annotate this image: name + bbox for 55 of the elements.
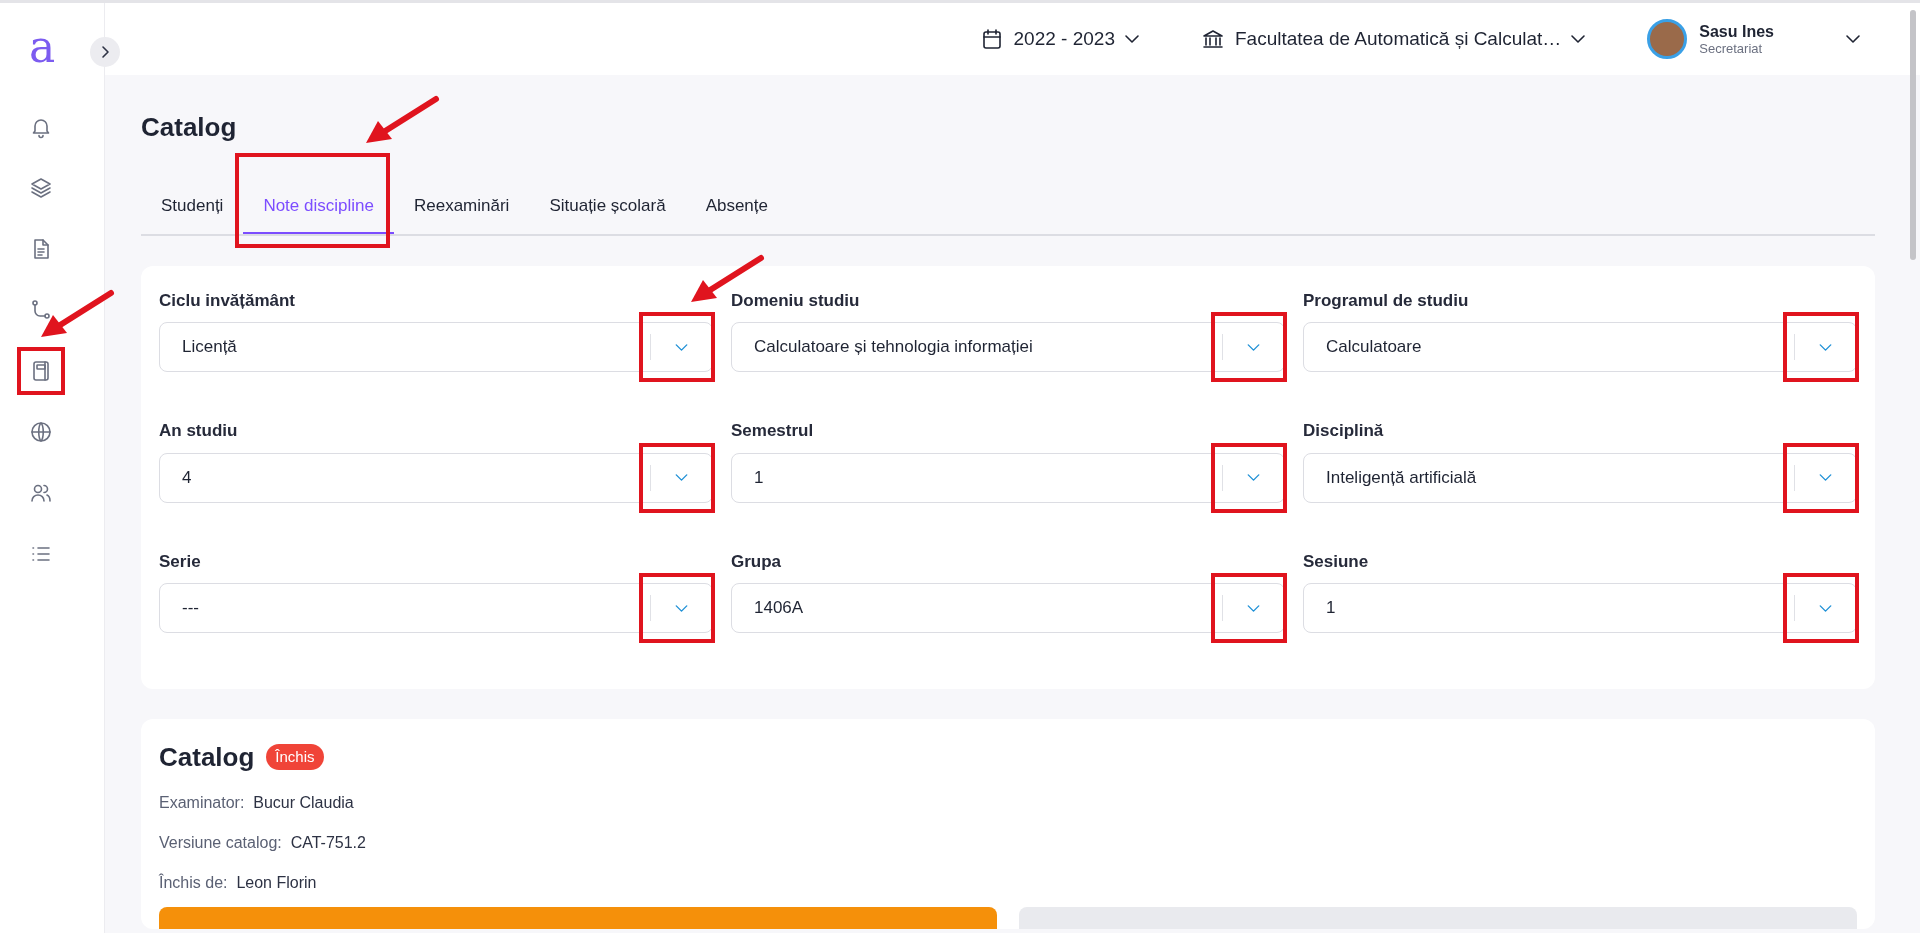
dropdown-field[interactable]: 4 xyxy=(159,452,713,503)
section-title: Catalog xyxy=(159,741,255,774)
info-line: Versiune catalog: CAT-751.2 xyxy=(159,833,366,853)
chevron-down-icon xyxy=(1247,604,1260,612)
chevron-down-icon xyxy=(675,604,688,612)
layers-icon[interactable] xyxy=(29,176,53,200)
field-label: Ciclu invățământ xyxy=(159,289,296,312)
dropdown-field[interactable]: 1 xyxy=(731,452,1285,503)
field-label: Serie xyxy=(159,550,201,573)
chevron-down-icon xyxy=(1247,474,1260,481)
faculty-dropdown[interactable]: Facultatea de Automatică și Calculat… xyxy=(1200,24,1586,54)
institution-icon xyxy=(1200,27,1225,51)
page-title: Catalog xyxy=(141,111,237,144)
field-label: An studiu xyxy=(159,420,238,442)
scrollbar-thumb[interactable] xyxy=(1910,10,1916,260)
field-label: Domeniu studiu xyxy=(731,289,860,312)
field-label: Programul de studiu xyxy=(1303,289,1469,312)
field-label: Sesiune xyxy=(1303,550,1369,573)
chevron-down-icon xyxy=(675,343,688,351)
status-badge: Închis xyxy=(266,744,324,770)
chevron-down-icon xyxy=(1124,35,1139,43)
user-role: Secretariat xyxy=(1699,40,1763,57)
app-logo[interactable]: a xyxy=(28,25,56,69)
globe-icon[interactable] xyxy=(29,420,53,444)
dropdown-field[interactable]: Calculatoare și tehnologia informației xyxy=(731,322,1285,372)
chevron-down-icon xyxy=(1819,604,1832,612)
tab[interactable]: Absențe xyxy=(685,179,788,234)
year-dropdown[interactable]: 2022 - 2023 xyxy=(979,24,1139,54)
user-menu[interactable]: Sasu Ines Secretariat xyxy=(1647,19,1860,59)
expand-button[interactable] xyxy=(90,37,120,67)
dropdown-field[interactable]: Calculatoare xyxy=(1303,322,1857,372)
chevron-down-icon xyxy=(1247,343,1260,351)
chevron-down-icon xyxy=(1846,35,1860,43)
field-label: Grupa xyxy=(731,550,782,573)
field-label: Semestrul xyxy=(731,420,814,442)
info-line: Închis de: Leon Florin xyxy=(159,872,317,893)
dropdown-field[interactable]: --- xyxy=(159,583,713,633)
tab[interactable]: Note discipline xyxy=(243,179,394,234)
tab[interactable]: Studenți xyxy=(141,179,244,234)
route-icon[interactable] xyxy=(29,298,53,322)
tab[interactable]: Reexaminări xyxy=(393,179,530,234)
dropdown-field[interactable]: Inteligență artificială xyxy=(1303,452,1857,503)
tab[interactable]: Situație școlară xyxy=(529,179,686,234)
chevron-down-icon xyxy=(1819,343,1832,351)
chevron-down-icon xyxy=(1571,35,1586,43)
dropdown-field[interactable]: 1 xyxy=(1303,583,1857,633)
dropdown-field[interactable]: Licență xyxy=(159,322,713,372)
info-line: Examinator: Bucur Claudia xyxy=(159,793,354,813)
dropdown-field[interactable]: 1406A xyxy=(731,583,1285,633)
chevron-down-icon xyxy=(675,474,688,481)
avatar-placeholder xyxy=(1647,19,1688,59)
chevron-right-icon xyxy=(101,46,109,58)
field-label: Disciplină xyxy=(1303,420,1384,442)
chevron-down-icon xyxy=(1819,474,1832,481)
user-name: Sasu Ines xyxy=(1699,21,1774,41)
